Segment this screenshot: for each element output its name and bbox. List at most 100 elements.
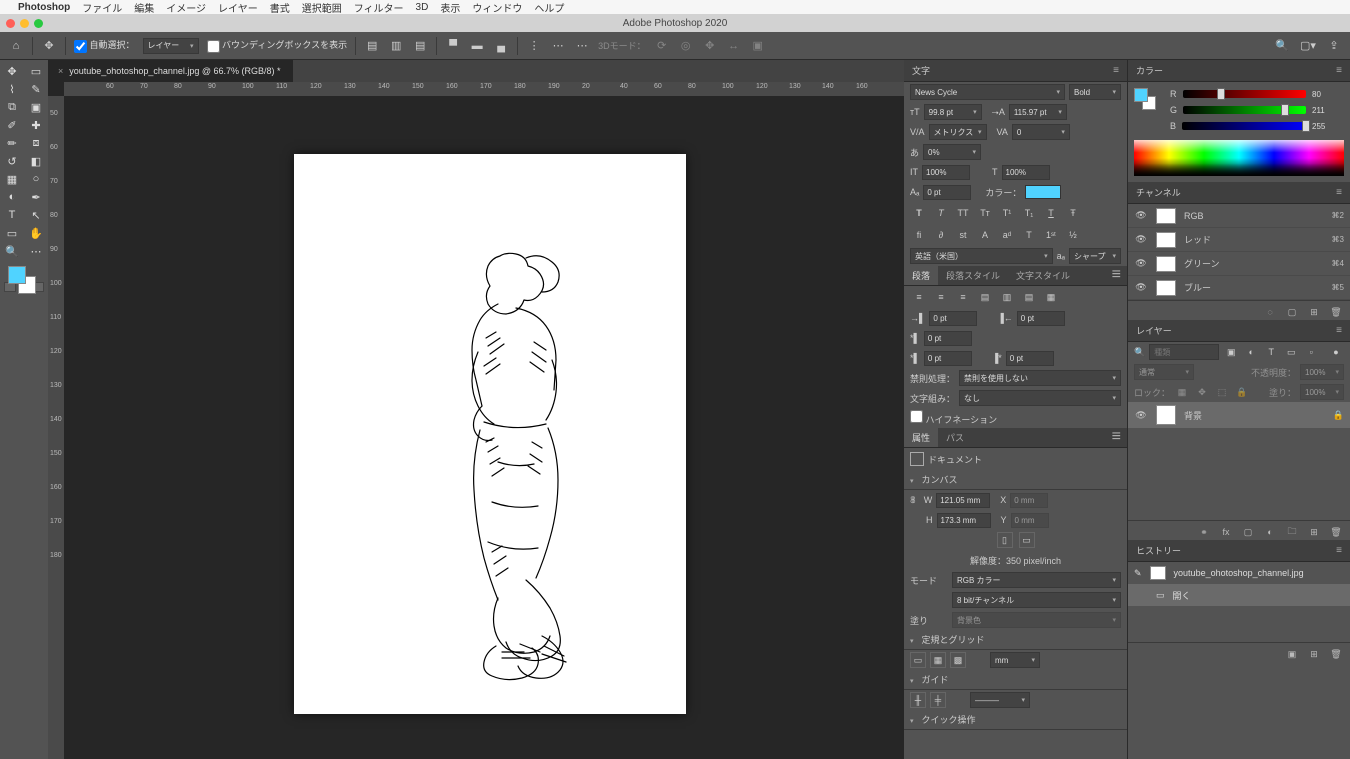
indent-right-field[interactable]: 0 pt [1017,311,1065,326]
font-family-select[interactable]: News Cycle [910,84,1065,100]
align-left-button[interactable]: ≡ [910,289,928,305]
filter-adjust-icon[interactable]: ◐ [1243,344,1259,360]
strikethrough-button[interactable]: Ŧ [1064,205,1082,221]
lock-all-icon[interactable]: 🔒 [1234,384,1250,400]
allcaps-button[interactable]: TT [954,205,972,221]
menu-window[interactable]: ウィンドウ [472,0,522,15]
auto-select-target[interactable]: レイヤー [143,38,199,54]
b-slider[interactable] [1182,122,1306,130]
canvas-width-field[interactable]: 121.05 mm [936,493,990,508]
guide-view-button[interactable]: ╫ [910,692,926,708]
delete-channel-icon[interactable]: 🗑 [1328,304,1344,320]
hyphenation-checkbox[interactable]: ハイフネーション [910,410,997,426]
stylistic-button[interactable]: st [954,227,972,243]
ruler-horizontal[interactable]: 6070809010011012013014015016017018019020… [64,82,904,96]
bit-depth-select[interactable]: 8 bit/チャンネル [952,592,1121,608]
align-right-button[interactable]: ≡ [954,289,972,305]
history-state-open[interactable]: ▭ 開く [1128,584,1350,606]
layer-thumbnail[interactable] [1156,405,1176,425]
color-spectrum[interactable] [1134,140,1344,176]
fractions-button[interactable]: T [1020,227,1038,243]
fill-select[interactable]: 背景色 [952,612,1121,628]
canvas-height-field[interactable]: 173.3 mm [937,513,991,528]
channel-visibility-icon[interactable]: 👁 [1134,234,1148,245]
g-slider[interactable] [1183,106,1306,114]
move-tool[interactable]: ✥ [0,62,24,80]
filter-type-icon[interactable]: T [1263,344,1279,360]
history-panel-menu-icon[interactable]: ≡ [1336,545,1342,556]
healing-tool[interactable]: ✚ [24,116,48,134]
adjustment-layer-icon[interactable]: ◐ [1262,524,1278,540]
more-options-icon[interactable]: ⋯ [574,38,590,54]
menu-layer[interactable]: レイヤー [218,0,258,15]
pen-tool[interactable]: ✒ [24,188,48,206]
justify-last-right-button[interactable]: ▤ [1020,289,1038,305]
align-left-icon[interactable]: ▤ [364,38,380,54]
leading-field[interactable]: 115.97 pt [1009,104,1067,120]
brush-tool[interactable]: ✏ [0,134,24,152]
grid-toggle-button[interactable]: ▦ [930,652,946,668]
r-slider[interactable] [1183,90,1307,98]
channel-visibility-icon[interactable]: 👁 [1134,258,1148,269]
filter-toggle-icon[interactable]: ● [1328,344,1344,360]
guide-lock-button[interactable]: ╪ [930,692,946,708]
search-icon[interactable]: 🔍 [1274,38,1290,54]
menu-select[interactable]: 選択範囲 [302,0,342,15]
channels-panel-menu-icon[interactable]: ≡ [1336,187,1342,198]
align-top-icon[interactable]: ▀ [445,38,461,54]
hscale-field[interactable]: 100% [1002,165,1050,180]
share-icon[interactable]: ⇪ [1326,38,1342,54]
tsume-field[interactable]: 0% [923,144,981,160]
path-select-tool[interactable]: ↖ [24,206,48,224]
r-value[interactable]: 80 [1312,90,1338,99]
channel-row-ブルー[interactable]: 👁ブルー⌘5 [1128,276,1350,300]
indent-first-field[interactable]: 0 pt [924,331,972,346]
history-snapshot[interactable]: ✎ youtube_ohotoshop_channel.jpg [1128,562,1350,584]
layer-style-icon[interactable]: fx [1218,524,1234,540]
color-swatches[interactable] [0,264,48,304]
create-document-icon[interactable]: ▣ [1284,646,1300,662]
ruler-toggle-button[interactable]: ▭ [910,652,926,668]
filter-smart-icon[interactable]: ▫ [1303,344,1319,360]
channel-row-レッド[interactable]: 👁レッド⌘3 [1128,228,1350,252]
dodge-tool[interactable]: ◐ [0,188,24,206]
canvas-viewport[interactable] [64,96,904,759]
g-value[interactable]: 211 [1312,106,1338,115]
layer-group-icon[interactable]: 🗀 [1284,524,1300,540]
tab-properties[interactable]: 属性 [904,428,938,447]
close-window-button[interactable] [6,19,15,28]
bounding-box-checkbox[interactable]: バウンディングボックスを表示 [207,38,348,52]
ruler-unit-select[interactable]: mm [990,652,1040,668]
b-value[interactable]: 255 [1312,122,1338,131]
new-layer-icon[interactable]: ⊞ [1306,524,1322,540]
close-tab-icon[interactable]: × [58,66,63,76]
history-brush-source-icon[interactable]: ✎ [1134,568,1142,579]
new-snapshot-icon[interactable]: ⊞ [1306,646,1322,662]
kerning-field[interactable]: メトリクス [929,124,987,140]
minimize-window-button[interactable] [20,19,29,28]
font-size-field[interactable]: 99.8 pt [924,104,982,120]
character-panel-menu-icon[interactable]: ≡ [1113,65,1119,76]
layers-panel-menu-icon[interactable]: ≡ [1336,325,1342,336]
space-after-field[interactable]: 0 pt [1006,351,1054,366]
justify-last-left-button[interactable]: ▤ [976,289,994,305]
layers-panel-header[interactable]: レイヤー ≡ [1128,320,1350,342]
guide-preset-select[interactable]: ——— [970,692,1030,708]
orientation-landscape-button[interactable]: ▭ [1019,532,1035,548]
quick-actions-section[interactable]: クイック操作 [904,710,1127,730]
menu-3d[interactable]: 3D [416,2,429,13]
new-channel-icon[interactable]: ⊞ [1306,304,1322,320]
oldstyle-button[interactable]: ∂ [932,227,950,243]
menu-filter[interactable]: フィルター [354,0,404,15]
delete-state-icon[interactable]: 🗑 [1328,646,1344,662]
tab-paragraph-styles[interactable]: 段落スタイル [938,266,1008,285]
half-button[interactable]: ½ [1064,227,1082,243]
edit-toolbar[interactable]: ⋯ [24,242,48,260]
delete-layer-icon[interactable]: 🗑 [1328,524,1344,540]
history-brush-tool[interactable]: ↺ [0,152,24,170]
orientation-portrait-button[interactable]: ▯ [997,532,1013,548]
home-icon[interactable]: ⌂ [8,38,24,54]
align-middle-icon[interactable]: ▬ [469,38,485,54]
lasso-tool[interactable]: ⌇ [0,80,24,98]
smallcaps-button[interactable]: Tᴛ [976,205,994,221]
